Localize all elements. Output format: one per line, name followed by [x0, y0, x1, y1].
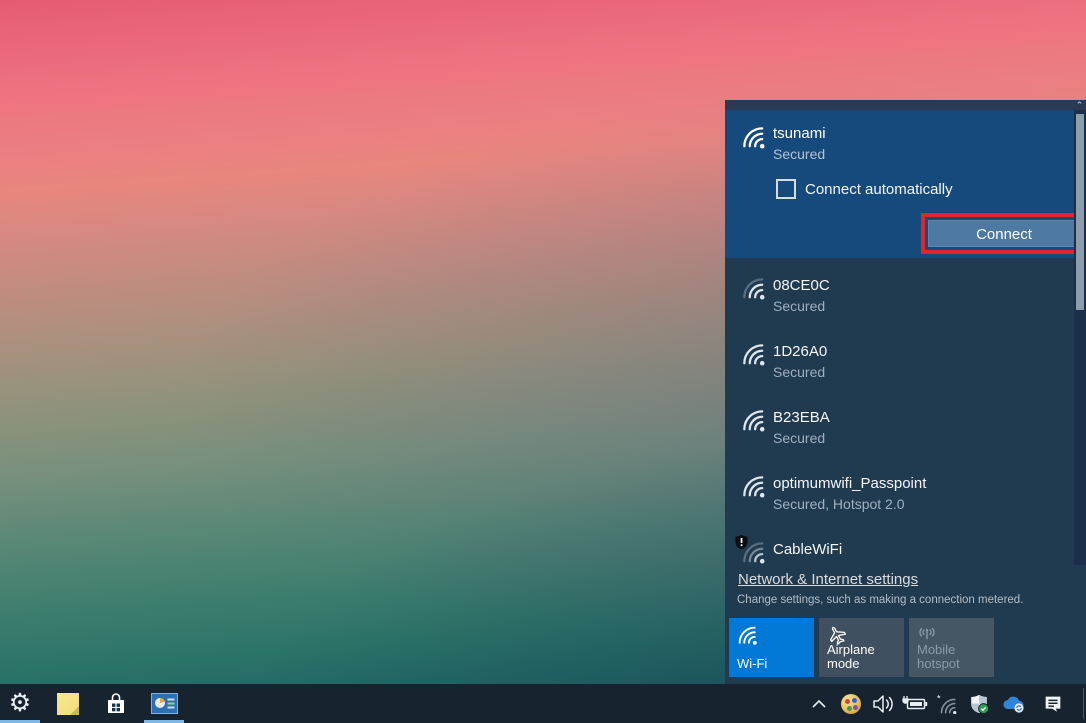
network-item[interactable]: 08CE0C Secured [725, 267, 1074, 333]
hidden-icons-button[interactable] [804, 684, 834, 723]
volume-icon [871, 694, 895, 714]
wifi-icon [736, 624, 758, 646]
wifi-flyout: ⌃ tsunami Secured Connect automatically … [725, 100, 1086, 684]
wifi-signal-icon [740, 473, 766, 499]
network-status: Secured [773, 146, 825, 162]
colorful-ball-app-icon [841, 694, 861, 714]
wifi-available-icon: * [936, 694, 958, 714]
show-desktop-divider[interactable] [1083, 688, 1084, 719]
network-name: optimumwifi_Passpoint [773, 475, 926, 492]
flyout-footer: Network & Internet settings Change setti… [725, 565, 1086, 684]
network-name: tsunami [773, 125, 826, 142]
taskbar-settings-button[interactable]: ⚙ [0, 684, 40, 723]
battery-button[interactable] [900, 684, 930, 723]
action-center-button[interactable] [1038, 684, 1068, 723]
flyout-scrollbar[interactable] [1074, 110, 1086, 565]
network-status: Secured [773, 430, 825, 446]
battery-charging-icon [902, 695, 928, 713]
taskbar: ⚙ [0, 684, 1086, 723]
scroll-up-icon[interactable]: ⌃ [1074, 100, 1085, 110]
wifi-signal-icon [740, 341, 766, 367]
mobile-hotspot-tile-label: Mobile hotspot [917, 643, 994, 672]
network-name: 1D26A0 [773, 343, 827, 360]
action-center-icon [1042, 693, 1064, 715]
wifi-signal-icon [740, 124, 766, 150]
wifi-signal-icon [740, 275, 766, 301]
svg-text:*: * [937, 694, 941, 703]
network-item[interactable]: B23EBA Secured [725, 399, 1074, 465]
onedrive-cloud-icon [1000, 694, 1026, 714]
connect-automatically-checkbox[interactable] [776, 179, 796, 199]
network-internet-settings-link[interactable]: Network & Internet settings [738, 571, 918, 588]
airplane-mode-tile-label: Airplane mode [827, 643, 904, 672]
network-name: B23EBA [773, 409, 830, 426]
taskbar-system-monitor-button[interactable] [144, 684, 184, 723]
sticky-notes-icon [57, 693, 79, 715]
wifi-toggle-tile[interactable]: Wi-Fi [729, 618, 814, 677]
gear-icon: ⚙ [9, 691, 31, 716]
flyout-top-edge: ⌃ [725, 100, 1086, 110]
network-item[interactable]: optimumwifi_Passpoint Secured, Hotspot 2… [725, 465, 1074, 531]
airplane-mode-tile[interactable]: Airplane mode [819, 618, 904, 677]
network-name: 08CE0C [773, 277, 830, 294]
network-name: CableWiFi [773, 541, 842, 558]
wifi-tile-label: Wi-Fi [737, 657, 767, 672]
defender-shield-icon [968, 693, 990, 715]
network-status: Secured, Hotspot 2.0 [773, 496, 905, 512]
microsoft-store-icon [104, 691, 128, 717]
wifi-signal-icon [740, 407, 766, 433]
network-status: Secured [773, 364, 825, 380]
network-status: Secured [773, 298, 825, 314]
taskbar-store-button[interactable] [96, 684, 136, 723]
system-monitor-app-icon [151, 693, 178, 714]
taskbar-sticky-notes-button[interactable] [48, 684, 88, 723]
connect-button[interactable]: Connect [928, 220, 1080, 247]
volume-button[interactable] [868, 684, 898, 723]
network-item[interactable]: 1D26A0 Secured [725, 333, 1074, 399]
security-warning-shield-icon [735, 535, 748, 550]
connect-automatically-label[interactable]: Connect automatically [805, 181, 953, 198]
mobile-hotspot-tile: Mobile hotspot [909, 618, 994, 677]
settings-hint-text: Change settings, such as making a connec… [737, 594, 1023, 606]
system-tray: * [806, 684, 1086, 723]
network-button[interactable]: * [932, 684, 962, 723]
network-item-tsunami[interactable]: tsunami Secured Connect automatically Co… [725, 110, 1086, 258]
onedrive-button[interactable] [998, 684, 1028, 723]
tray-app-button[interactable] [836, 684, 866, 723]
defender-button[interactable] [964, 684, 994, 723]
chevron-up-icon [812, 700, 826, 708]
scrollbar-thumb[interactable] [1076, 114, 1084, 310]
